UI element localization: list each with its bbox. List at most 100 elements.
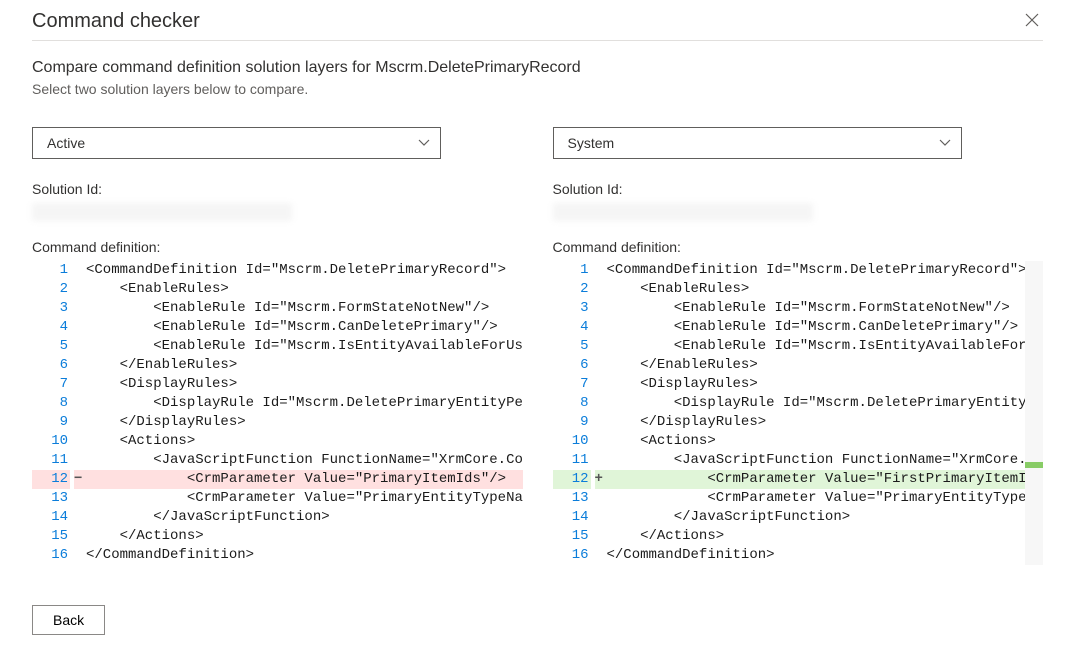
line-number: 11 [553,451,591,470]
diff-marker [74,375,84,394]
code-line: <EnableRule Id="Mscrm.CanDeletePrimary"/… [605,318,1026,337]
code-line: <EnableRule Id="Mscrm.CanDeletePrimary"/… [84,318,523,337]
dialog-header: Command checker [32,8,1043,41]
right-code-block[interactable]: 12345678910111213141516+<CommandDefiniti… [553,261,1044,565]
instructions: Select two solution layers below to comp… [32,81,1043,97]
line-number: 15 [32,527,70,546]
diff-marker [74,337,84,356]
code-line: </Actions> [605,527,1026,546]
code-line: <EnableRules> [84,280,523,299]
line-number: 13 [553,489,591,508]
line-number: 6 [553,356,591,375]
dialog-title: Command checker [32,10,200,33]
code-line: </EnableRules> [605,356,1026,375]
line-number: 2 [32,280,70,299]
left-solution-id-value [32,203,292,221]
diff-marker [595,261,605,280]
diff-marker [74,451,84,470]
right-layer-select[interactable]: System [553,127,962,159]
diff-marker [74,280,84,299]
line-number: 1 [32,261,70,280]
chevron-down-icon [939,136,951,150]
line-number: 1 [553,261,591,280]
diff-marker [74,261,84,280]
code-line: <CommandDefinition Id="Mscrm.DeletePrima… [605,261,1026,280]
right-solution-id-label: Solution Id: [553,181,1044,197]
line-number: 12 [553,470,591,489]
left-solution-id-label: Solution Id: [32,181,523,197]
code-line: <EnableRules> [605,280,1026,299]
back-button[interactable]: Back [32,605,105,635]
code-line: <DisplayRules> [84,375,523,394]
line-number: 14 [553,508,591,527]
line-number: 12 [32,470,70,489]
diff-marker [595,489,605,508]
line-number: 5 [32,337,70,356]
right-solution-id-value [553,203,813,221]
right-command-def-label: Command definition: [553,239,1044,255]
line-number: 9 [32,413,70,432]
line-number: 11 [32,451,70,470]
code-line: <EnableRule Id="Mscrm.IsEntityAvailableF… [84,337,523,356]
line-number: 7 [553,375,591,394]
left-command-def-label: Command definition: [32,239,523,255]
code-line: <DisplayRule Id="Mscrm.DeletePrimaryEnti… [605,394,1026,413]
code-line: <JavaScriptFunction FunctionName="XrmCor… [605,451,1026,470]
diff-marker [595,413,605,432]
close-icon [1025,13,1039,27]
line-number: 3 [553,299,591,318]
diff-marker [595,546,605,565]
compare-columns: Active Solution Id: Command definition: … [32,127,1043,565]
line-number: 9 [553,413,591,432]
code-line: <EnableRule Id="Mscrm.FormStateNotNew"/> [605,299,1026,318]
code-line: <CrmParameter Value="PrimaryItemIds"/> [84,470,523,489]
line-number: 16 [32,546,70,565]
left-layer-value: Active [47,135,85,151]
diff-marker [595,280,605,299]
code-line: <DisplayRules> [605,375,1026,394]
code-line: <EnableRule Id="Mscrm.FormStateNotNew"/> [84,299,523,318]
code-line: <DisplayRule Id="Mscrm.DeletePrimaryEnti… [84,394,523,413]
line-number: 4 [32,318,70,337]
line-number: 10 [553,432,591,451]
code-line: </EnableRules> [84,356,523,375]
line-number: 2 [553,280,591,299]
diff-marker: − [74,470,84,489]
left-column: Active Solution Id: Command definition: … [32,127,523,565]
line-number: 8 [32,394,70,413]
diff-marker [595,508,605,527]
line-number: 4 [553,318,591,337]
left-layer-select[interactable]: Active [32,127,441,159]
code-line: </JavaScriptFunction> [84,508,523,527]
diff-marker [74,489,84,508]
line-number: 5 [553,337,591,356]
code-line: </DisplayRules> [605,413,1026,432]
line-number: 14 [32,508,70,527]
diff-marker [74,546,84,565]
diff-marker [595,318,605,337]
diff-marker [595,337,605,356]
minimap[interactable] [1025,261,1043,565]
line-number: 7 [32,375,70,394]
code-line: <CrmParameter Value="PrimaryEntityTypeNa… [84,489,523,508]
diff-marker: + [595,470,605,489]
code-line: <CommandDefinition Id="Mscrm.DeletePrima… [84,261,523,280]
code-line: <EnableRule Id="Mscrm.IsEntityAvailableF… [605,337,1026,356]
line-number: 10 [32,432,70,451]
line-number: 8 [553,394,591,413]
diff-marker [595,527,605,546]
line-number: 15 [553,527,591,546]
line-number: 3 [32,299,70,318]
diff-marker [74,413,84,432]
subtitle: Compare command definition solution laye… [32,59,1043,77]
chevron-down-icon [418,136,430,150]
diff-marker [595,356,605,375]
code-line: <CrmParameter Value="PrimaryEntityTypeNa… [605,489,1026,508]
code-line: </Actions> [84,527,523,546]
left-code-block[interactable]: 12345678910111213141516−<CommandDefiniti… [32,261,523,565]
code-line: <JavaScriptFunction FunctionName="XrmCor… [84,451,523,470]
right-column: System Solution Id: Command definition: … [553,127,1044,565]
close-button[interactable] [1021,8,1043,34]
dialog-footer: Back [32,605,1043,635]
right-layer-value: System [568,135,615,151]
